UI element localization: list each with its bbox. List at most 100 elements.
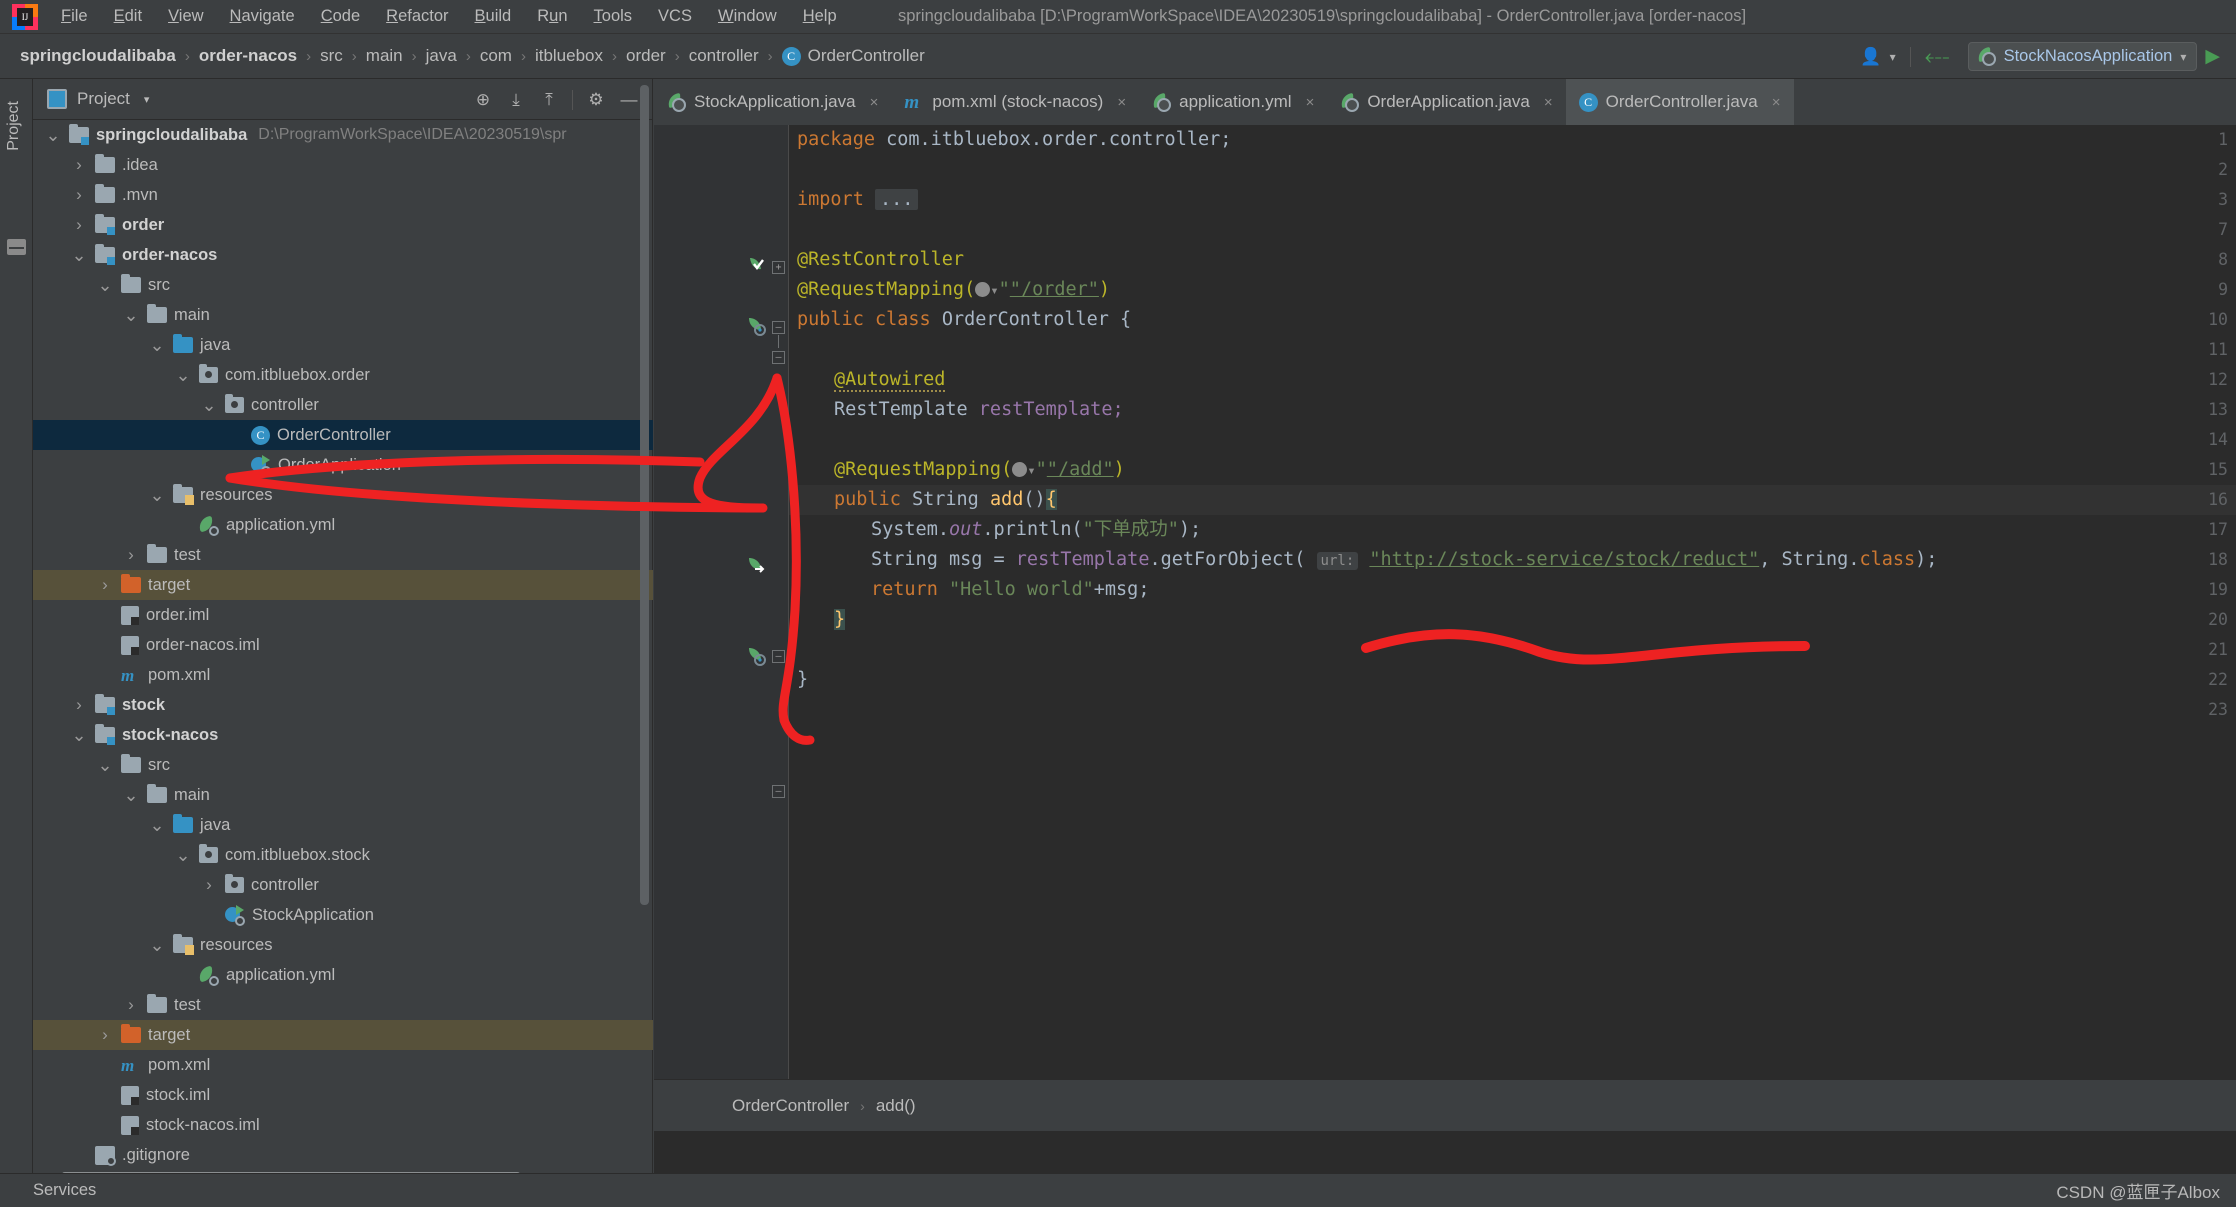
tree-node--mvn[interactable]: › .mvn xyxy=(33,180,653,210)
breadcrumb-item-com[interactable]: com xyxy=(480,46,512,66)
menu-refactor[interactable]: Refactor xyxy=(373,4,461,29)
project-tree-scrollbar[interactable] xyxy=(640,85,649,905)
project-tree[interactable]: ⌄ springcloudalibaba D:\ProgramWorkSpace\I… xyxy=(33,120,653,1183)
spring-bean-icon[interactable] xyxy=(746,645,768,667)
fold-collapse-icon[interactable]: – xyxy=(772,650,785,663)
chevron-down-icon[interactable]: ⌄ xyxy=(123,306,139,324)
breadcrumb-item-controller[interactable]: controller xyxy=(689,46,759,66)
tree-node-order[interactable]: › order xyxy=(33,210,653,240)
tab-stockapplication-java[interactable]: StockApplication.java × xyxy=(654,79,891,125)
menu-view[interactable]: View xyxy=(155,4,216,29)
tree-node-application-yml[interactable]: application.yml xyxy=(33,510,653,540)
tab-orderapplication-java[interactable]: OrderApplication.java × xyxy=(1327,79,1565,125)
menu-edit[interactable]: Edit xyxy=(101,4,155,29)
locate-icon[interactable]: ⊕ xyxy=(468,90,498,110)
collapse-all-icon[interactable]: ⤒ xyxy=(534,90,564,110)
menu-code[interactable]: Code xyxy=(308,4,373,29)
breadcrumb-item-src[interactable]: src xyxy=(320,46,343,66)
breadcrumb-item-itbluebox[interactable]: itbluebox xyxy=(535,46,603,66)
chevron-right-icon[interactable]: › xyxy=(123,995,139,1015)
tab-ordercontroller-java[interactable]: C OrderController.java × xyxy=(1565,79,1794,125)
tree-node-controller[interactable]: › controller xyxy=(33,870,653,900)
code-text[interactable]: package com.itbluebox.order.controller; … xyxy=(797,125,2227,1131)
bottom-breadcrumb-class[interactable]: OrderController xyxy=(732,1096,849,1116)
chevron-down-icon[interactable]: ⌄ xyxy=(149,336,165,354)
menu-help[interactable]: Help xyxy=(790,4,850,29)
tool-window-button-project[interactable]: Project xyxy=(5,101,23,151)
menu-build[interactable]: Build xyxy=(462,4,525,29)
close-icon[interactable]: × xyxy=(1117,94,1126,111)
globe-icon[interactable] xyxy=(975,282,991,297)
bottom-breadcrumb-method[interactable]: add() xyxy=(876,1096,916,1116)
chevron-down-icon[interactable]: ⌄ xyxy=(201,396,217,414)
tree-node-resources[interactable]: ⌄ resources xyxy=(33,930,653,960)
tree-node-java[interactable]: ⌄ java xyxy=(33,330,653,360)
editor-gutter[interactable] xyxy=(654,125,742,1131)
breadcrumb-item-java[interactable]: java xyxy=(426,46,457,66)
tree-node-order-nacos[interactable]: ⌄ order-nacos xyxy=(33,240,653,270)
chevron-right-icon[interactable]: › xyxy=(71,215,87,235)
tree-node-com-itbluebox-stock[interactable]: ⌄ com.itbluebox.stock xyxy=(33,840,653,870)
tree-node-pom-xml[interactable]: m pom.xml xyxy=(33,1050,653,1080)
tree-node-stock-nacos-iml[interactable]: stock-nacos.iml xyxy=(33,1110,653,1140)
tree-node-main[interactable]: ⌄ main xyxy=(33,780,653,810)
chevron-down-icon[interactable]: ▾ xyxy=(2180,50,2186,64)
tree-node-stock-nacos[interactable]: ⌄ stock-nacos xyxy=(33,720,653,750)
chevron-right-icon[interactable]: › xyxy=(71,695,87,715)
tree-node-ordercontroller[interactable]: C OrderController xyxy=(33,420,653,450)
menu-vcs[interactable]: VCS xyxy=(645,4,705,29)
tree-node-controller[interactable]: ⌄ controller xyxy=(33,390,653,420)
settings-gear-icon[interactable]: ⚙ xyxy=(581,90,611,110)
breadcrumb-item-project[interactable]: springcloudalibaba xyxy=(20,46,176,66)
fold-collapse-icon[interactable]: – xyxy=(772,321,785,334)
tree-node-target[interactable]: › target xyxy=(33,570,653,600)
tree-node-application-yml[interactable]: application.yml xyxy=(33,960,653,990)
breadcrumb-item-module[interactable]: order-nacos xyxy=(199,46,297,66)
chevron-down-icon[interactable]: ⌄ xyxy=(149,936,165,954)
chevron-right-icon[interactable]: › xyxy=(97,575,113,595)
hammer-icon[interactable]: ⤎ xyxy=(1917,43,1958,71)
tree-node-test[interactable]: › test xyxy=(33,990,653,1020)
chevron-right-icon[interactable]: › xyxy=(201,875,217,895)
tree-node-springcloudalibaba[interactable]: ⌄ springcloudalibaba D:\ProgramWorkSpace\I… xyxy=(33,120,653,150)
fold-expand-icon[interactable]: + xyxy=(772,261,785,274)
user-account-icon[interactable]: 👤 xyxy=(1852,47,1889,67)
tree-node-main[interactable]: ⌄ main xyxy=(33,300,653,330)
close-icon[interactable]: × xyxy=(1772,94,1781,111)
close-icon[interactable]: × xyxy=(870,94,879,111)
services-tool-button[interactable]: Services xyxy=(33,1181,96,1200)
tree-node-resources[interactable]: ⌄ resources xyxy=(33,480,653,510)
breadcrumb-item-main[interactable]: main xyxy=(366,46,403,66)
tree-node-stockapplication[interactable]: StockApplication xyxy=(33,900,653,930)
tree-node-orderapplication[interactable]: OrderApplication xyxy=(33,450,653,480)
chevron-right-icon[interactable]: › xyxy=(71,155,87,175)
breadcrumb-item-class[interactable]: OrderController xyxy=(808,46,925,66)
menu-tools[interactable]: Tools xyxy=(581,4,646,29)
chevron-down-icon[interactable]: ▾ xyxy=(144,93,150,106)
tree-node-stock[interactable]: › stock xyxy=(33,690,653,720)
tree-node-com-itbluebox-order[interactable]: ⌄ com.itbluebox.order xyxy=(33,360,653,390)
menu-window[interactable]: Window xyxy=(705,4,790,29)
menu-navigate[interactable]: Navigate xyxy=(217,4,308,29)
chevron-right-icon[interactable]: › xyxy=(123,545,139,565)
tree-node-pom-xml[interactable]: m pom.xml xyxy=(33,660,653,690)
inspection-ok-icon[interactable] xyxy=(746,255,768,277)
tab-pom-xml[interactable]: m pom.xml (stock-nacos) × xyxy=(891,79,1139,125)
tree-node-stock-iml[interactable]: stock.iml xyxy=(33,1080,653,1110)
tree-node-order-iml[interactable]: order.iml xyxy=(33,600,653,630)
tree-node--gitignore[interactable]: .gitignore xyxy=(33,1140,653,1170)
menu-run[interactable]: Run xyxy=(524,4,580,29)
run-play-icon[interactable]: ▶ xyxy=(2197,45,2228,68)
chevron-right-icon[interactable]: › xyxy=(97,1025,113,1045)
structure-icon[interactable] xyxy=(7,239,26,255)
tree-node-order-nacos-iml[interactable]: order-nacos.iml xyxy=(33,630,653,660)
chevron-down-icon[interactable]: ⌄ xyxy=(71,726,87,744)
tree-node-java[interactable]: ⌄ java xyxy=(33,810,653,840)
menu-file[interactable]: File xyxy=(48,4,101,29)
run-configuration-selector[interactable]: StockNacosApplication ▾ xyxy=(1967,42,2198,71)
tree-node-test[interactable]: › test xyxy=(33,540,653,570)
code-editor[interactable]: 1 2 3 7 8 9 10 11 12 13 14 15 16 17 18 19 20 21 22 23 + – –… xyxy=(654,125,2236,1131)
chevron-down-icon[interactable]: ⌄ xyxy=(71,246,87,264)
close-icon[interactable]: × xyxy=(1306,94,1315,111)
tab-application-yml[interactable]: application.yml × xyxy=(1139,79,1327,125)
